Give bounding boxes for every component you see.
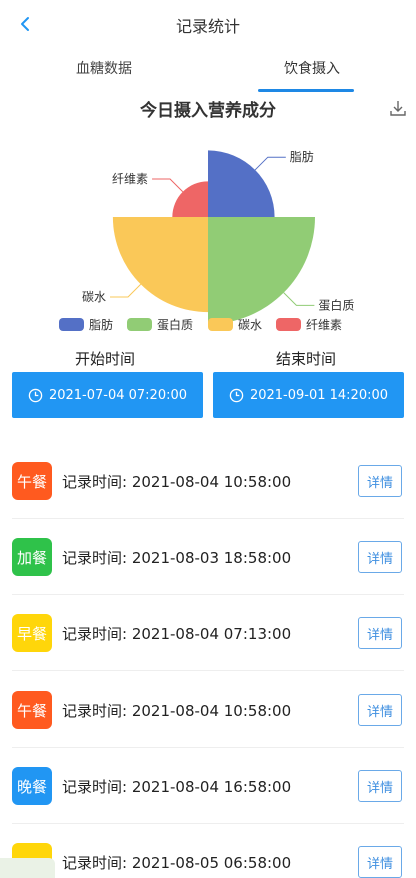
record-time: 记录时间: 2021-08-04 10:58:00: [62, 702, 292, 720]
meal-badge: 加餐: [12, 538, 52, 576]
detail-button[interactable]: 详情: [358, 846, 402, 878]
page-title: 记录统计: [175, 17, 240, 36]
legend-swatch-0[interactable]: [59, 318, 84, 331]
detail-button[interactable]: 详情: [358, 694, 402, 726]
detail-button[interactable]: 详情: [358, 465, 402, 497]
end-time-label: 结束时间: [276, 350, 337, 368]
rose-slice-1[interactable]: [208, 217, 315, 324]
label-line-2: [110, 283, 142, 298]
record-row: 早餐 记录时间: 2021-08-04 07:13:00 详情: [12, 595, 404, 671]
rose-slice-2[interactable]: [112, 217, 208, 313]
legend-label-3[interactable]: 纤维素: [306, 318, 342, 332]
app: 记录统计 血糖数据 饮食摄入 脂肪 蛋白质 碳水 纤维素 脂肪 蛋白质 碳水 纤维素 今日摄入…: [0, 0, 416, 878]
tab-bar: 血糖数据 饮食摄入: [0, 58, 416, 94]
slice-label-1: 蛋白质: [318, 297, 354, 312]
detail-button[interactable]: 详情: [358, 541, 402, 573]
record-row: 午餐 记录时间: 2021-08-04 10:58:00 详情: [12, 443, 404, 519]
record-time: 记录时间: 2021-08-03 18:58:00: [62, 549, 292, 567]
meal-badge: 午餐: [12, 691, 52, 729]
record-row: 午餐 记录时间: 2021-08-04 10:58:00 详情: [12, 672, 404, 748]
legend-label-1[interactable]: 蛋白质: [157, 317, 193, 332]
record-row: 加餐 记录时间: 2021-08-03 18:58:00 详情: [12, 519, 404, 595]
legend-swatch-2[interactable]: [208, 318, 233, 331]
record-time: 记录时间: 2021-08-04 16:58:00: [62, 778, 292, 796]
slice-label-3: 纤维素: [112, 172, 148, 186]
detail-button[interactable]: 详情: [358, 617, 402, 649]
end-time-button[interactable]: 2021-09-01 14:20:00: [213, 372, 404, 418]
clock-icon: [229, 388, 244, 403]
slice-label-0: 脂肪: [290, 149, 314, 164]
legend-label-0[interactable]: 脂肪: [89, 317, 113, 332]
download-icon: [390, 101, 406, 116]
meal-badge: 午餐: [12, 462, 52, 500]
chart-title: 今日摄入营养成分: [140, 101, 276, 121]
record-row: 晚餐 记录时间: 2021-08-04 16:58:00 详情: [12, 748, 404, 824]
record-time: 记录时间: 2021-08-04 10:58:00: [62, 473, 292, 491]
rose-chart-svg: 脂肪蛋白质碳水纤维素脂肪 蛋白质 碳水 纤维素: [59, 149, 354, 332]
range-labels: 开始时间 结束时间: [0, 348, 416, 372]
legend-label-2[interactable]: 碳水: [238, 318, 262, 332]
detail-button[interactable]: 详情: [358, 770, 402, 802]
legend-swatch-1[interactable]: [127, 318, 152, 331]
start-time-label: 开始时间: [75, 350, 136, 368]
end-time-value: 2021-09-01 14:20:00: [249, 387, 389, 403]
floating-toast-edge: [0, 858, 55, 878]
clock-icon: [28, 388, 43, 403]
meal-badge: 早餐: [12, 614, 52, 652]
start-time-value: 2021-07-04 07:20:00: [48, 387, 188, 403]
tab-diet-intake[interactable]: 饮食摄入: [262, 58, 362, 90]
start-time-button[interactable]: 2021-07-04 07:20:00: [12, 372, 203, 418]
tab-blood-sugar[interactable]: 血糖数据: [54, 58, 154, 90]
meal-badge: 晚餐: [12, 767, 52, 805]
record-time: 记录时间: 2021-08-05 06:58:00: [62, 854, 292, 872]
record-time: 记录时间: 2021-08-04 07:13:00: [62, 625, 292, 643]
navbar: 记录统计: [0, 0, 416, 48]
record-row: 记录时间: 2021-08-05 06:58:00 详情: [12, 824, 404, 878]
download-button[interactable]: [388, 98, 410, 120]
label-line-3: [152, 178, 184, 193]
slice-label-2: 碳水: [82, 290, 106, 304]
label-line-1: [283, 292, 315, 306]
nutrition-chart: 脂肪 蛋白质 碳水 纤维素 脂肪 蛋白质 碳水 纤维素 今日摄入营养成分: [0, 90, 416, 340]
legend-swatch-3[interactable]: [276, 318, 301, 331]
label-line-0: [254, 156, 286, 171]
